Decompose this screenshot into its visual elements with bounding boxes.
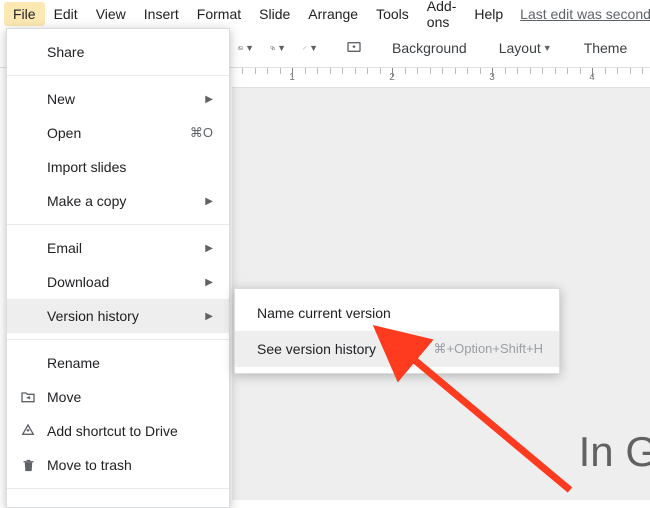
file-version-history-label: Version history	[47, 308, 139, 324]
chevron-down-icon: ▼	[245, 43, 254, 53]
chevron-down-icon: ▼	[309, 43, 318, 53]
see-version-history-label: See version history	[257, 341, 376, 357]
file-make-copy-label: Make a copy	[47, 193, 126, 209]
menu-insert[interactable]: Insert	[135, 2, 188, 26]
submenu-arrow-icon: ▶	[205, 311, 213, 322]
menu-slide[interactable]: Slide	[250, 2, 299, 26]
menu-divider	[7, 339, 229, 340]
chevron-down-icon: ▼	[543, 43, 552, 53]
file-add-shortcut-label: Add shortcut to Drive	[47, 423, 178, 439]
menu-tools[interactable]: Tools	[367, 2, 418, 26]
submenu-arrow-icon: ▶	[205, 196, 213, 207]
see-version-history[interactable]: See version history ⌘+Option+Shift+H	[235, 331, 559, 367]
submenu-arrow-icon: ▶	[205, 277, 213, 288]
file-rename-label: Rename	[47, 355, 100, 371]
file-version-history[interactable]: Version history ▶	[7, 299, 229, 333]
file-share-label: Share	[47, 44, 84, 60]
slide-title-text: In G	[579, 428, 650, 476]
layout-button[interactable]: Layout▼	[491, 34, 560, 62]
menubar: File Edit View Insert Format Slide Arran…	[0, 0, 650, 28]
menu-divider	[7, 488, 229, 489]
file-trash-label: Move to trash	[47, 457, 132, 473]
file-share[interactable]: Share	[7, 35, 229, 69]
folder-move-icon	[19, 388, 37, 406]
menu-divider	[7, 224, 229, 225]
menu-addons[interactable]: Add-ons	[418, 0, 466, 34]
chevron-down-icon: ▼	[277, 43, 286, 53]
menu-help[interactable]: Help	[465, 2, 512, 26]
file-make-copy[interactable]: Make a copy ▶	[7, 184, 229, 218]
file-import-slides[interactable]: Import slides	[7, 150, 229, 184]
comment-insert-icon[interactable]	[340, 34, 368, 62]
file-move-to-trash[interactable]: Move to trash	[7, 448, 229, 482]
submenu-arrow-icon: ▶	[205, 94, 213, 105]
file-move-label: Move	[47, 389, 81, 405]
file-download-label: Download	[47, 274, 109, 290]
menu-arrange[interactable]: Arrange	[299, 2, 367, 26]
file-email[interactable]: Email ▶	[7, 231, 229, 265]
menu-format[interactable]: Format	[188, 2, 250, 26]
theme-button[interactable]: Theme	[576, 34, 636, 62]
line-insert-icon[interactable]: ▼	[296, 34, 324, 62]
drive-shortcut-icon	[19, 422, 37, 440]
menu-view[interactable]: View	[87, 2, 135, 26]
menu-file[interactable]: File	[4, 2, 45, 26]
file-open[interactable]: Open ⌘O	[7, 116, 229, 150]
file-new[interactable]: New ▶	[7, 82, 229, 116]
last-edit-link[interactable]: Last edit was second	[520, 6, 650, 22]
file-import-label: Import slides	[47, 159, 126, 175]
file-open-label: Open	[47, 125, 81, 141]
menu-divider	[7, 75, 229, 76]
name-current-version[interactable]: Name current version	[235, 295, 559, 331]
file-rename[interactable]: Rename	[7, 346, 229, 380]
menu-edit[interactable]: Edit	[45, 2, 87, 26]
background-button[interactable]: Background	[384, 34, 475, 62]
ruler: 1 2 3 4	[232, 68, 650, 88]
file-download[interactable]: Download ▶	[7, 265, 229, 299]
file-open-shortcut: ⌘O	[190, 125, 213, 141]
see-version-history-shortcut: ⌘+Option+Shift+H	[434, 341, 543, 357]
file-email-label: Email	[47, 240, 82, 256]
trash-icon	[19, 456, 37, 474]
submenu-arrow-icon: ▶	[205, 243, 213, 254]
layout-label: Layout	[499, 40, 541, 56]
version-history-submenu: Name current version See version history…	[234, 288, 560, 374]
file-new-label: New	[47, 91, 75, 107]
image-insert-icon[interactable]: ▼	[232, 34, 260, 62]
file-move[interactable]: Move	[7, 380, 229, 414]
shape-insert-icon[interactable]: ▼	[264, 34, 292, 62]
name-current-version-label: Name current version	[257, 305, 391, 321]
file-add-shortcut[interactable]: Add shortcut to Drive	[7, 414, 229, 448]
file-dropdown: Share New ▶ Open ⌘O Import slides Make a…	[6, 28, 230, 508]
